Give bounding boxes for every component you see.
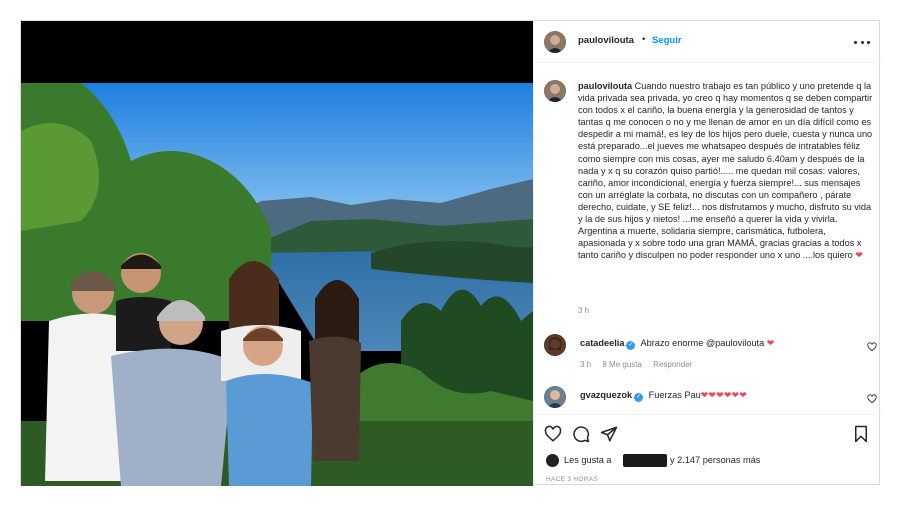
likes-count[interactable]: y 2.147 personas más — [670, 455, 760, 465]
likes-prefix: Les gusta a — [564, 455, 612, 465]
comment-bubble-icon[interactable] — [572, 425, 590, 443]
comment-likes[interactable]: 8 Me gusta — [602, 360, 642, 369]
avatar-image — [544, 80, 566, 102]
commenter-avatar[interactable] — [544, 386, 566, 408]
comment-body: Abrazo enorme @paulovilouta — [640, 338, 765, 348]
avatar-image — [544, 386, 566, 408]
post-details-panel: paulovilouta • Seguir paulovilouta Cuand… — [533, 21, 882, 486]
separator-dot: • — [642, 34, 646, 45]
avatar-image — [544, 334, 566, 356]
caption-text: paulovilouta Cuando nuestro trabajo es t… — [578, 80, 874, 261]
caption-body: Cuando nuestro trabajo es tan público y … — [578, 81, 873, 261]
verified-badge-icon: ✓ — [626, 341, 636, 350]
caption-username[interactable]: paulovilouta — [578, 81, 632, 91]
user-avatar[interactable] — [544, 31, 566, 53]
commenter-avatar[interactable] — [544, 334, 566, 356]
post-header: paulovilouta • Seguir — [534, 21, 882, 63]
like-comment-heart-icon[interactable] — [867, 342, 877, 352]
comment-username[interactable]: gvazquezok — [580, 390, 632, 400]
comment-text: gvazquezok ✓ Fuerzas Pau❤❤❤❤❤❤ — [580, 390, 747, 402]
post-actions: Les gusta a y 2.147 personas más HACE 3 … — [534, 414, 882, 486]
username-link[interactable]: paulovilouta — [578, 35, 634, 46]
verified-badge-icon: ✓ — [634, 393, 644, 402]
post-photo[interactable] — [21, 21, 533, 486]
heart-emoji: ❤ — [766, 338, 775, 348]
comment-body: Fuerzas Pau — [648, 390, 701, 400]
instagram-post: paulovilouta • Seguir paulovilouta Cuand… — [20, 20, 882, 486]
avatar-image — [544, 31, 566, 53]
post-age[interactable]: HACE 3 HORAS — [546, 476, 598, 483]
more-options-icon[interactable] — [854, 35, 870, 49]
like-comment-heart-icon[interactable] — [867, 394, 877, 404]
share-send-icon[interactable] — [600, 425, 618, 443]
heart-emoji: ❤ — [855, 250, 864, 261]
heart-emojis: ❤❤❤❤❤❤ — [700, 390, 747, 400]
comment-time[interactable]: 3 h — [580, 360, 591, 369]
follow-button[interactable]: Seguir — [652, 35, 682, 46]
like-heart-icon[interactable] — [544, 425, 562, 443]
family-photo-lakeside — [21, 21, 533, 486]
comment-meta: 3 h 8 Me gusta Responder — [580, 360, 701, 369]
comment-username[interactable]: catadeelia — [580, 338, 624, 348]
caption-timestamp[interactable]: 3 h — [578, 306, 589, 315]
redacted-username — [623, 454, 667, 467]
save-bookmark-icon[interactable] — [852, 425, 870, 443]
liker-avatar[interactable] — [546, 454, 559, 467]
reply-button[interactable]: Responder — [653, 360, 692, 369]
caption-avatar[interactable] — [544, 80, 566, 102]
comment-text: catadeelia ✓ Abrazo enorme @paulovilouta … — [580, 338, 774, 350]
likes-summary: Les gusta a y 2.147 personas más — [546, 453, 876, 469]
